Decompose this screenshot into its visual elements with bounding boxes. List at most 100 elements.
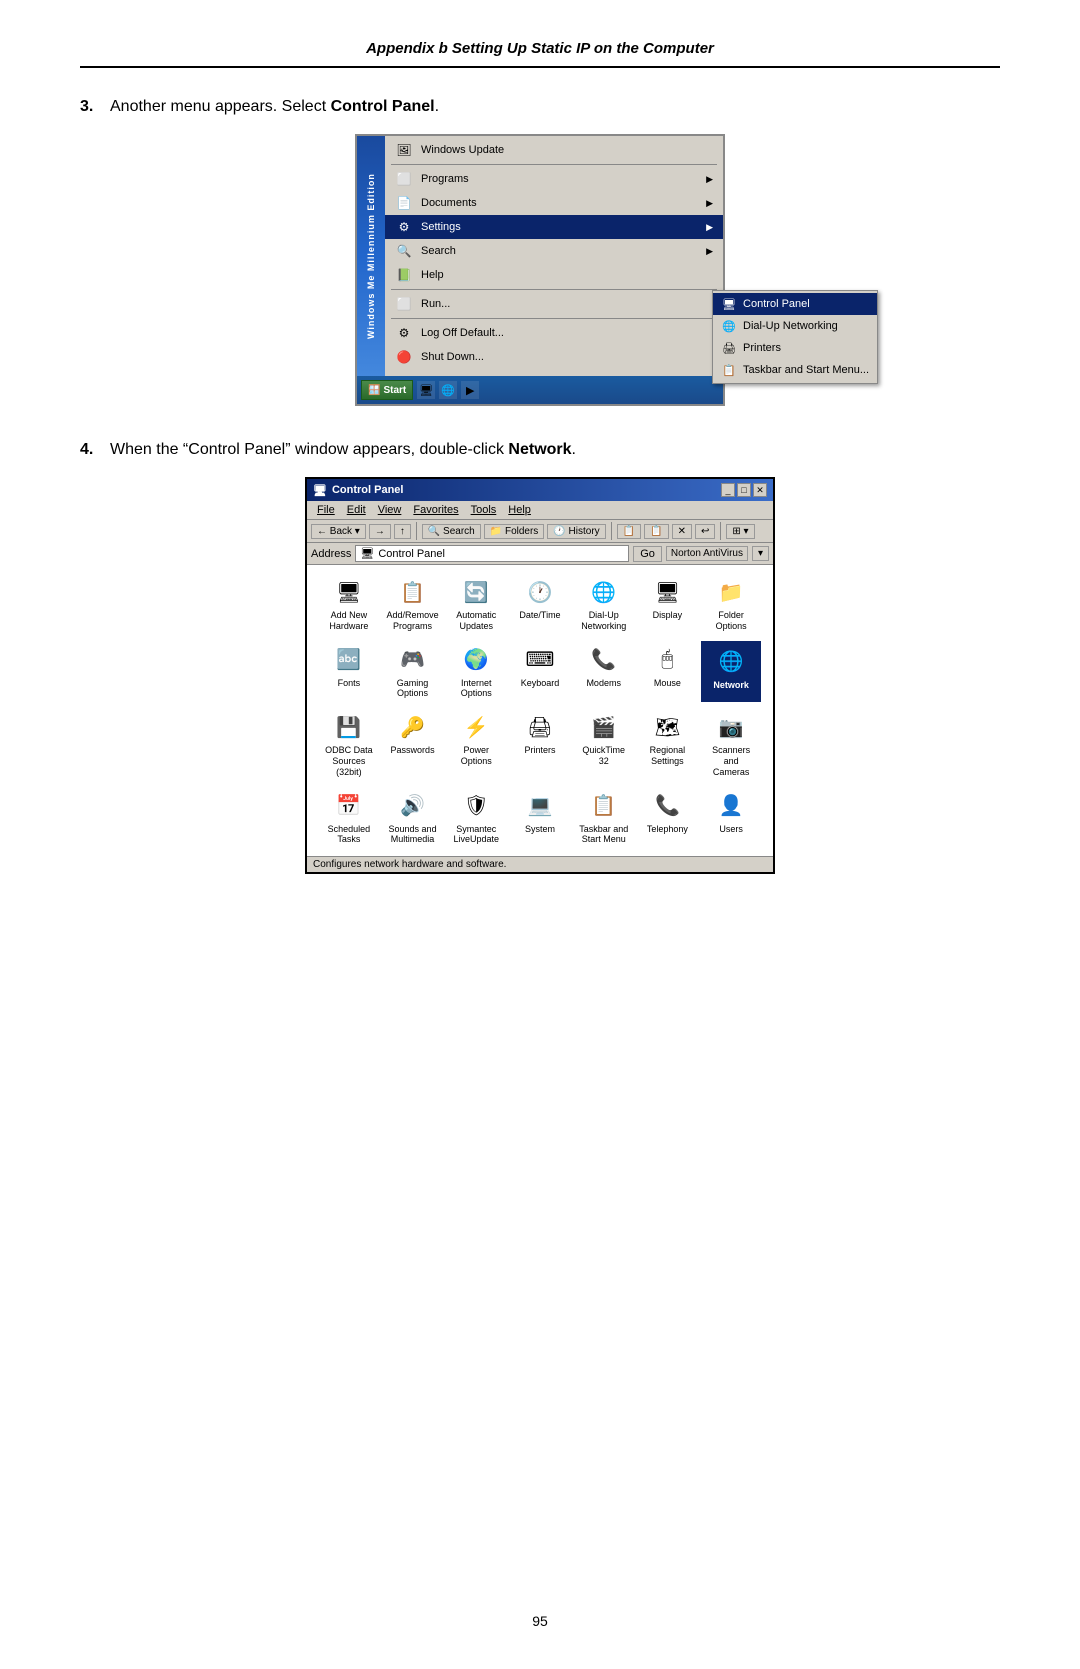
taskbar-media-icon[interactable]: ▶ [461, 381, 479, 399]
cp-icon-users[interactable]: 👤 Users [701, 787, 761, 849]
submenu-printers[interactable]: 🖨 Printers [713, 337, 877, 359]
winme-sidebar: Windows Me Millennium Edition [357, 136, 385, 376]
history-button[interactable]: 🕐 History [547, 524, 605, 539]
submenu-control-panel-label: Control Panel [743, 298, 810, 310]
submenu-control-panel[interactable]: 🖥 Control Panel [713, 293, 877, 315]
folder-options-label: Folder Options [704, 610, 758, 632]
page-number: 95 [0, 1613, 1080, 1629]
cp-address-bar: Address 🖥 Control Panel Go Norton AntiVi… [307, 543, 773, 565]
forward-button[interactable]: → [369, 524, 391, 539]
menu-item-settings-label: Settings [421, 221, 461, 233]
sounds-label: Sounds andMultimedia [389, 824, 437, 846]
copy-button[interactable]: 📋 [617, 524, 641, 539]
menu-tools[interactable]: Tools [465, 503, 503, 517]
cp-icon-gaming[interactable]: 🎮 GamingOptions [383, 641, 443, 703]
menu-item-run[interactable]: ⬜ Run... [385, 292, 723, 316]
toolbar-sep-3 [720, 522, 721, 540]
cp-icon-scheduled[interactable]: 📅 ScheduledTasks [319, 787, 379, 849]
cp-icon-network[interactable]: 🌐 Network [701, 641, 761, 703]
winme-menu-area: 🖼 Windows Update ⬜ Programs ▶ 📄 Document… [385, 136, 723, 376]
menu-item-windows-update[interactable]: 🖼 Windows Update [385, 138, 723, 162]
start-icon: 🪟 [368, 385, 380, 396]
search-button[interactable]: 🔍 Search [422, 524, 481, 539]
cp-icon-internet[interactable]: 🌍 InternetOptions [446, 641, 506, 703]
cp-screenshot-wrapper: 🖥 Control Panel _ □ ✕ File Edit View Fav… [80, 477, 1000, 874]
taskbar-desktop-icon[interactable]: 🖥 [417, 381, 435, 399]
cp-icon-odbc[interactable]: 💾 ODBC DataSources (32bit) [319, 708, 379, 780]
cp-icon-display[interactable]: 🖥 Display [638, 573, 698, 635]
paste-button[interactable]: 📋 [644, 524, 668, 539]
cp-icon-telephony[interactable]: 📞 Telephony [638, 787, 698, 849]
telephony-label: Telephony [647, 824, 688, 835]
menu-item-help[interactable]: 📗 Help [385, 263, 723, 287]
cp-icon-keyboard[interactable]: ⌨ Keyboard [510, 641, 570, 703]
mouse-icon: 🖱 [651, 644, 683, 676]
menu-edit[interactable]: Edit [341, 503, 372, 517]
step-4-number: 4. [80, 441, 100, 459]
menu-item-logoff[interactable]: ⚙ Log Off Default... [385, 321, 723, 345]
cp-icon-quicktime[interactable]: 🎬 QuickTime 32 [574, 708, 634, 780]
back-button[interactable]: ← Back ▾ [311, 524, 366, 539]
regional-label: RegionalSettings [650, 745, 686, 767]
cp-menubar: File Edit View Favorites Tools Help [307, 501, 773, 520]
menu-item-search[interactable]: 🔍 Search ▶ [385, 239, 723, 263]
delete-button[interactable]: ✕ [672, 524, 692, 539]
menu-item-documents[interactable]: 📄 Documents ▶ [385, 191, 723, 215]
maximize-button[interactable]: □ [737, 483, 751, 497]
symantec-label: SymantecLiveUpdate [454, 824, 500, 846]
printers-cp-icon: 🖨 [524, 711, 556, 743]
menu-view[interactable]: View [372, 503, 408, 517]
cp-icon-datetime[interactable]: 🕐 Date/Time [510, 573, 570, 635]
folders-button[interactable]: 📁 Folders [484, 524, 545, 539]
cp-icon-power[interactable]: ⚡ Power Options [446, 708, 506, 780]
taskbar-ie-icon[interactable]: 🌐 [439, 381, 457, 399]
menu-item-settings[interactable]: ⚙ Settings ▶ 🖥 Control Panel 🌐 Dial-Up [385, 215, 723, 239]
cp-title: 🖥 Control Panel [313, 484, 403, 497]
up-button[interactable]: ↑ [394, 524, 411, 539]
menu-help[interactable]: Help [502, 503, 537, 517]
cp-icon-symantec[interactable]: 🛡 SymantecLiveUpdate [446, 787, 506, 849]
close-button[interactable]: ✕ [753, 483, 767, 497]
submenu-dialup-label: Dial-Up Networking [743, 320, 838, 332]
cp-icon-passwords[interactable]: 🔑 Passwords [383, 708, 443, 780]
cp-icon-folder-options[interactable]: 📁 Folder Options [701, 573, 761, 635]
start-button[interactable]: 🪟 Start [361, 380, 413, 400]
undo-button[interactable]: ↩ [695, 524, 715, 539]
cp-icon-sounds[interactable]: 🔊 Sounds andMultimedia [383, 787, 443, 849]
cp-icon-auto-updates[interactable]: 🔄 AutomaticUpdates [446, 573, 506, 635]
step-4-content: When the “Control Panel” window appears,… [110, 441, 576, 459]
minimize-button[interactable]: _ [721, 483, 735, 497]
datetime-label: Date/Time [519, 610, 560, 621]
cp-icon-modems[interactable]: 📞 Modems [574, 641, 634, 703]
cp-icon-regional[interactable]: 🗺 RegionalSettings [638, 708, 698, 780]
cp-icon-fonts[interactable]: 🔤 Fonts [319, 641, 379, 703]
cp-icon-system[interactable]: 💻 System [510, 787, 570, 849]
documents-icon: 📄 [395, 194, 413, 212]
add-hardware-label: Add NewHardware [329, 610, 368, 632]
submenu-dialup[interactable]: 🌐 Dial-Up Networking [713, 315, 877, 337]
menu-item-shutdown[interactable]: 🔴 Shut Down... [385, 345, 723, 369]
cp-icon-dialup[interactable]: 🌐 Dial-UpNetworking [574, 573, 634, 635]
settings-arrow: ▶ [706, 222, 713, 233]
cp-icon-add-remove[interactable]: 📋 Add/RemovePrograms [383, 573, 443, 635]
cp-icon-taskbar[interactable]: 📋 Taskbar andStart Menu [574, 787, 634, 849]
go-button[interactable]: Go [633, 546, 662, 562]
odbc-icon: 💾 [333, 711, 365, 743]
dialup-label: Dial-UpNetworking [581, 610, 626, 632]
views-button[interactable]: ⊞ ▾ [726, 524, 754, 539]
cp-icon-add-hardware[interactable]: 🖥 Add NewHardware [319, 573, 379, 635]
menu-favorites[interactable]: Favorites [407, 503, 464, 517]
address-input[interactable]: 🖥 Control Panel [355, 545, 629, 562]
cp-icon-mouse[interactable]: 🖱 Mouse [638, 641, 698, 703]
step-3-content: Another menu appears. Select Control Pan… [110, 98, 439, 116]
cp-icon-scanners[interactable]: 📷 Scanners andCameras [701, 708, 761, 780]
address-label: Address [311, 548, 351, 560]
norton-options-button[interactable]: ▾ [752, 546, 769, 561]
menu-file[interactable]: File [311, 503, 341, 517]
menu-separator-3 [391, 318, 717, 319]
menu-item-programs[interactable]: ⬜ Programs ▶ [385, 167, 723, 191]
sounds-icon: 🔊 [397, 790, 429, 822]
cp-icon-printers[interactable]: 🖨 Printers [510, 708, 570, 780]
submenu-taskbar[interactable]: 📋 Taskbar and Start Menu... [713, 359, 877, 381]
norton-button[interactable]: Norton AntiVirus [666, 546, 748, 561]
